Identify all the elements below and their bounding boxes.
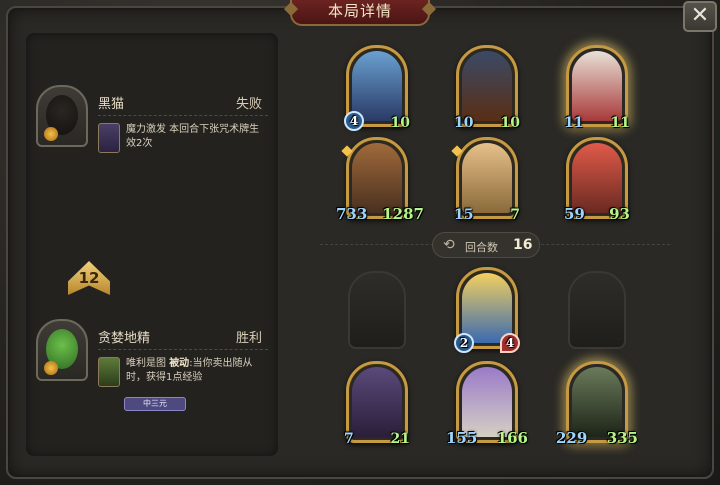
- turn-counter: ⟲ 回合数 16: [432, 232, 540, 258]
- player-minion-goblin-king[interactable]: 229 335: [556, 361, 638, 447]
- minion-health: 1287: [382, 205, 424, 223]
- minion-health: 166: [496, 429, 528, 447]
- goblin-portrait-icon: [36, 319, 88, 381]
- rank-badge: 12: [68, 261, 110, 295]
- minion-attack: 59: [564, 205, 585, 223]
- minion-attack: 7: [344, 431, 354, 447]
- minion-health: 93: [609, 205, 630, 223]
- empty-minion-slot: [348, 271, 406, 349]
- close-button[interactable]: ✕: [683, 1, 717, 32]
- minion-attack: 2: [454, 333, 474, 353]
- enemy-minion-clown[interactable]: 11 11: [564, 45, 630, 131]
- minion-health: 4: [500, 333, 520, 353]
- divider: [98, 349, 268, 350]
- black-cat-portrait-icon: [36, 85, 88, 147]
- card-description: 唯利是图 被动:当你卖出随从时，获得1点经验: [126, 358, 253, 383]
- card-description: 魔力激发 本回合下张咒术牌生效2次: [126, 124, 260, 149]
- player-result: 胜利: [235, 331, 262, 346]
- hero-power-icon[interactable]: [98, 357, 120, 387]
- minion-health: 11: [610, 115, 630, 131]
- players-panel: 黑猫 失败 魔力激发 本回合下张咒术牌生效2次 12 贪婪地精 胜利 唯利是图 …: [26, 33, 278, 456]
- player-entry-loser[interactable]: 黑猫 失败 魔力激发 本回合下张咒术牌生效2次: [36, 85, 272, 205]
- minion-health: 335: [606, 429, 638, 447]
- minion-attack: 229: [556, 429, 588, 447]
- player-entry-winner[interactable]: 贪婪地精 胜利 唯利是图 被动:当你卖出随从时，获得1点经验 中三元: [36, 319, 272, 439]
- rank-number: 12: [78, 269, 100, 287]
- player-name: 贪婪地精: [98, 331, 151, 346]
- enemy-minion-pumpkin-head[interactable]: 733 1287: [336, 137, 424, 223]
- repeat-icon: ⟲: [443, 237, 455, 253]
- turn-label: 回合数: [465, 241, 498, 254]
- enemy-minion-deer-girl[interactable]: 15 7: [451, 137, 520, 223]
- spell-card-icon[interactable]: [98, 123, 120, 153]
- player-name: 黑猫: [98, 97, 125, 112]
- turn-value: 16: [513, 237, 533, 253]
- player-minion-horned-succubus[interactable]: 7 21: [344, 361, 410, 447]
- minion-health: 21: [390, 431, 410, 447]
- dialog-title: 本局详情: [290, 0, 430, 26]
- minion-attack: 10: [454, 115, 474, 131]
- tier-tag: 中三元: [124, 397, 186, 411]
- enemy-minion-red-devil[interactable]: 59 93: [564, 137, 630, 223]
- minion-attack: 155: [446, 429, 478, 447]
- minion-attack: 15: [454, 207, 474, 223]
- divider: [98, 115, 268, 116]
- minion-health: 10: [500, 115, 520, 131]
- player-result: 失败: [235, 97, 262, 112]
- battle-board: ⟲ 回合数 16 4 10 10 10 11 11 733 1287 15 7 …: [290, 33, 698, 458]
- minion-attack: 11: [564, 115, 584, 131]
- minion-attack: 4: [344, 111, 364, 131]
- player-minion-griffin[interactable]: 155 166: [446, 361, 528, 447]
- player-minion-pinocchio[interactable]: 2 4: [454, 267, 520, 353]
- enemy-minion-elf-witch[interactable]: 4 10: [344, 45, 410, 131]
- enemy-minion-treant[interactable]: 10 10: [454, 45, 520, 131]
- minion-attack: 733: [336, 205, 368, 223]
- minion-health: 7: [510, 207, 520, 223]
- empty-minion-slot: [568, 271, 626, 349]
- minion-health: 10: [390, 115, 410, 131]
